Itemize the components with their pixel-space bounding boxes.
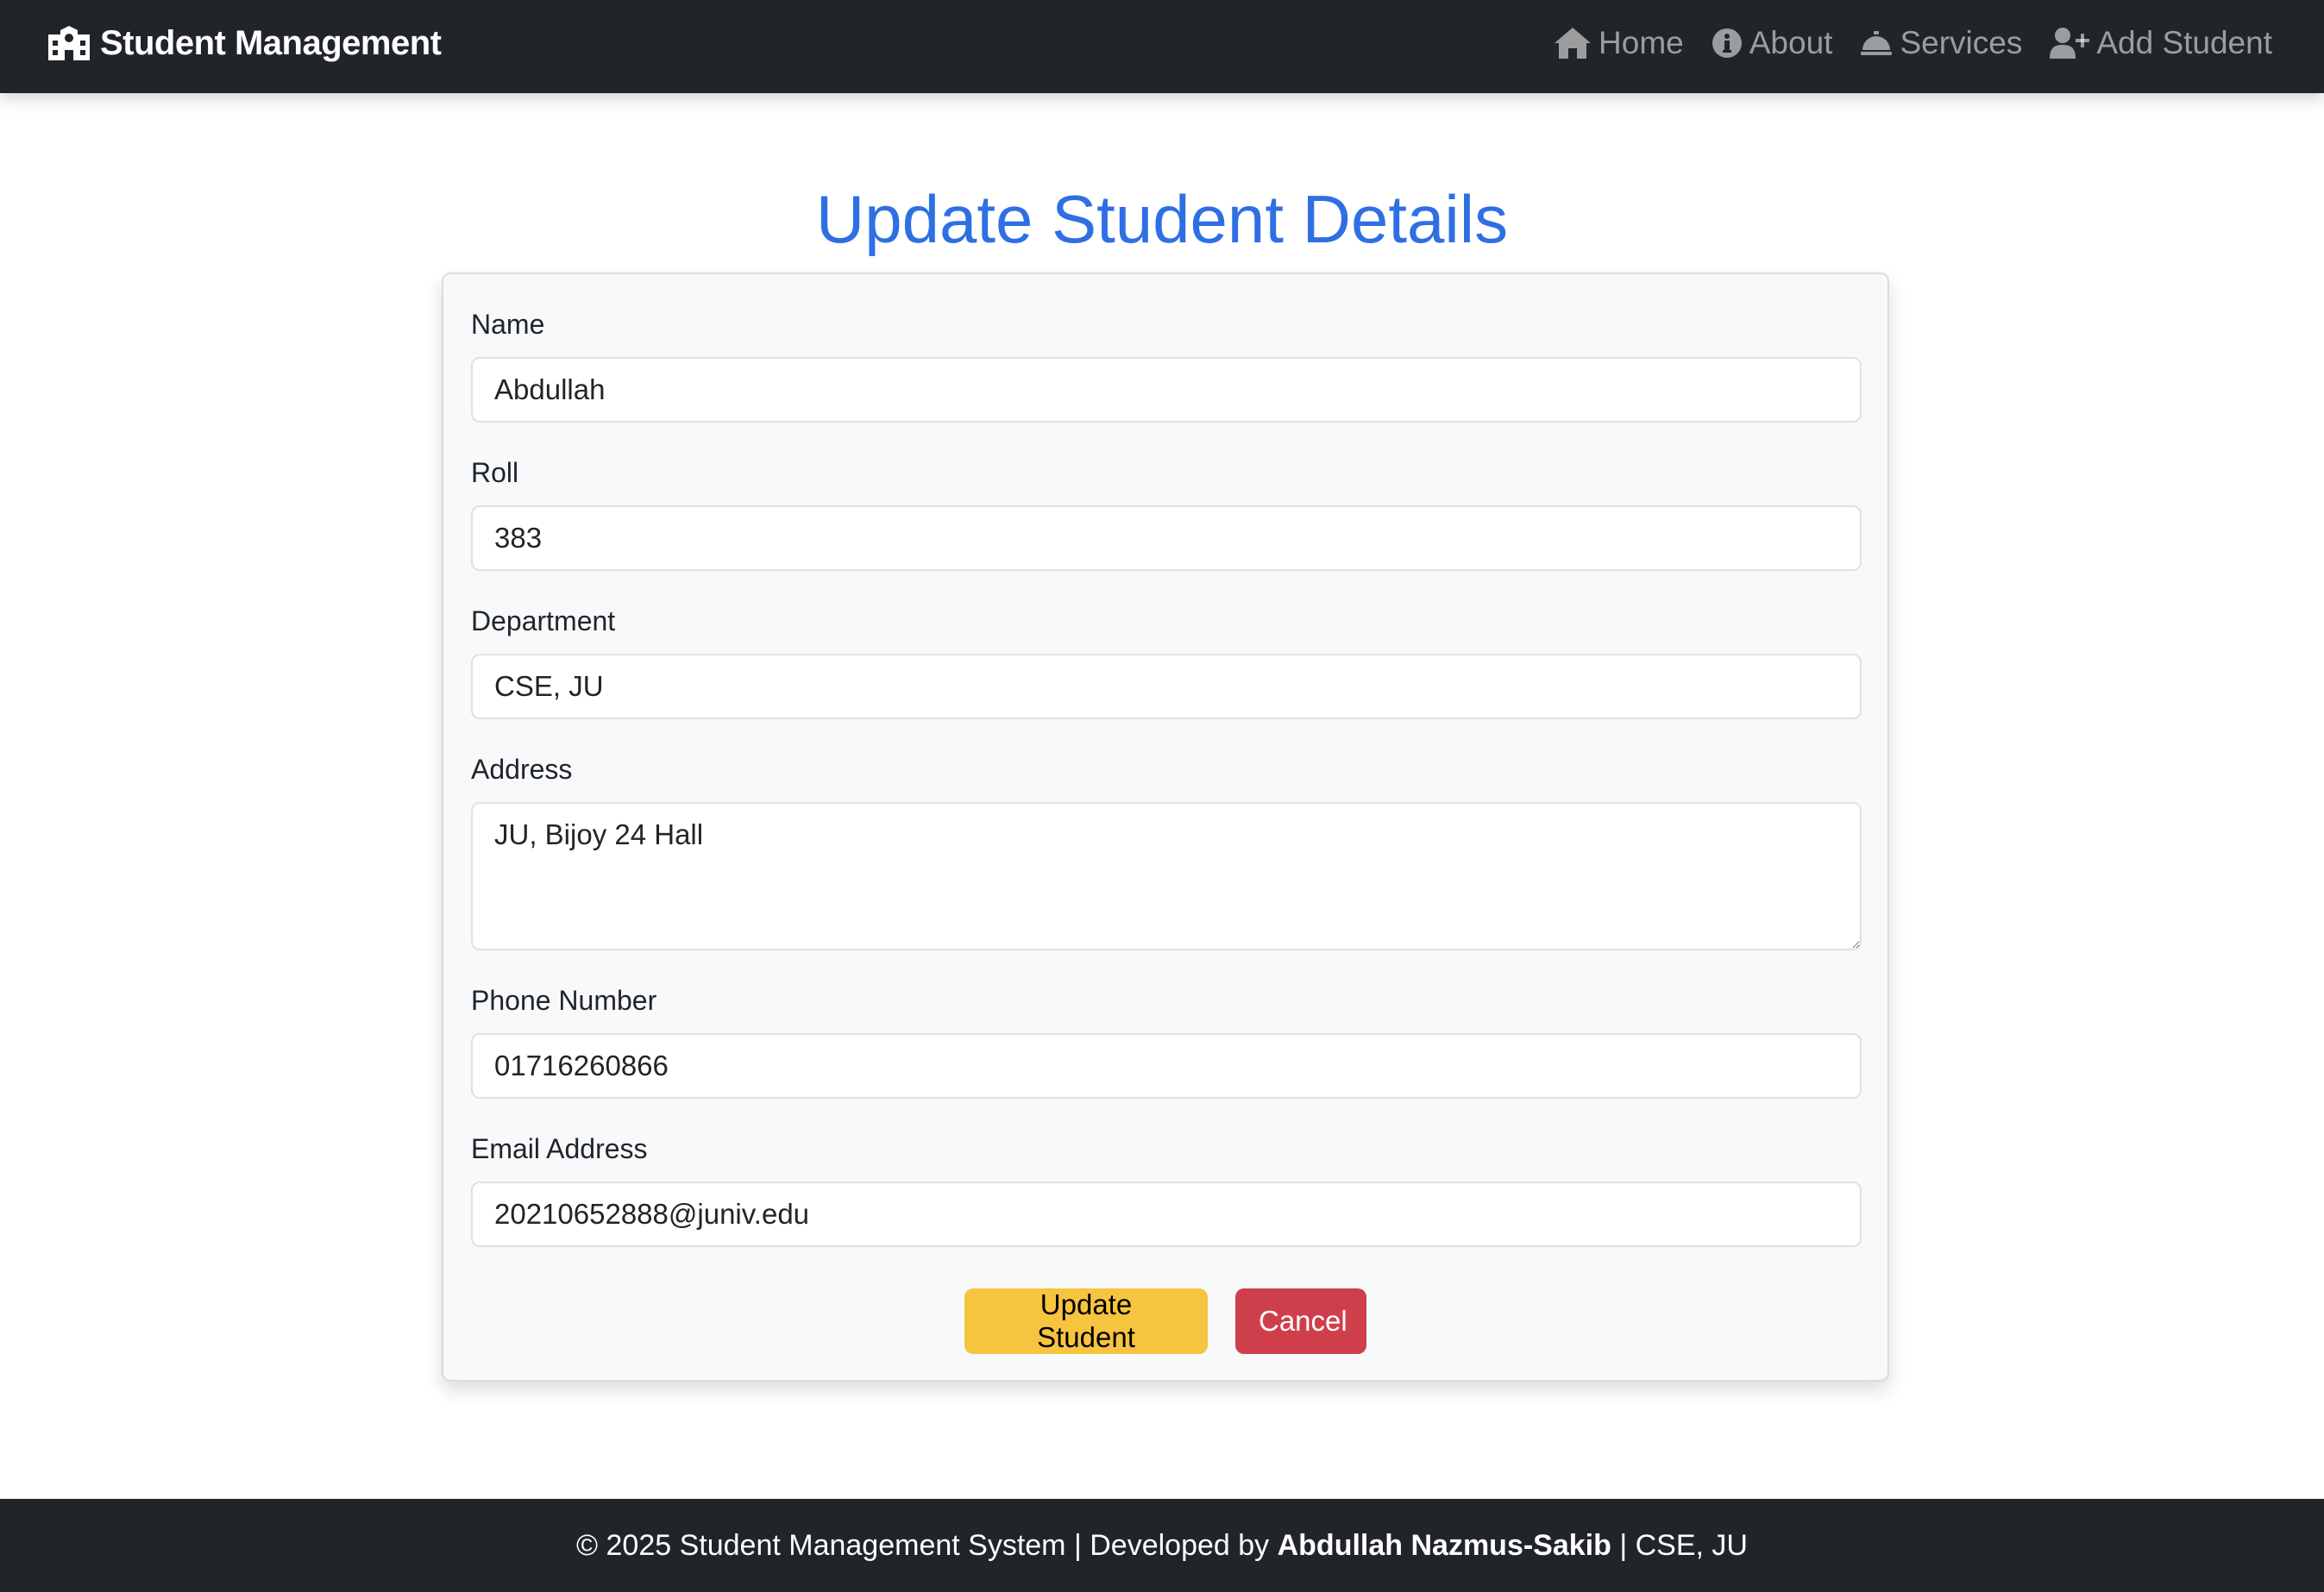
roll-label: Roll — [471, 457, 519, 488]
school-icon — [47, 26, 91, 60]
nav-link-services[interactable]: Services — [1860, 25, 2022, 61]
cancel-button[interactable]: Cancel — [1235, 1288, 1366, 1354]
email-label: Email Address — [471, 1133, 648, 1164]
navbar-brand[interactable]: Student Management — [47, 0, 442, 86]
roll-input[interactable] — [471, 505, 1862, 571]
top-navbar: Student Management Home About Services A… — [0, 0, 2324, 93]
nav-link-home[interactable]: Home — [1554, 25, 1684, 61]
nav-link-add-student[interactable]: Add Student — [2050, 25, 2272, 61]
footer-text: © 2025 Student Management System | Devel… — [576, 1529, 1748, 1563]
footer-suffix: | CSE, JU — [1611, 1528, 1748, 1562]
address-textarea[interactable]: JU, Bijoy 24 Hall — [471, 802, 1862, 950]
email-input[interactable] — [471, 1181, 1862, 1247]
home-icon — [1554, 27, 1592, 60]
footer-prefix: © 2025 Student Management System | Devel… — [576, 1528, 1278, 1562]
phone-input[interactable] — [471, 1033, 1862, 1099]
nav-link-about[interactable]: About — [1712, 25, 1833, 61]
department-label: Department — [471, 605, 616, 636]
navbar-brand-label: Student Management — [100, 23, 442, 62]
nav-links: Home About Services Add Student — [1554, 0, 2272, 86]
form-actions: Update Student Cancel — [443, 1288, 1887, 1354]
footer: © 2025 Student Management System | Devel… — [0, 1499, 2324, 1592]
page-title: Update Student Details — [815, 181, 1509, 257]
nav-link-services-label: Services — [1900, 25, 2023, 60]
nav-link-home-label: Home — [1599, 25, 1684, 60]
phone-label: Phone Number — [471, 985, 657, 1016]
bell-concierge-icon — [1860, 29, 1893, 57]
update-student-form: Name Roll Department Address JU, Bijoy 2… — [442, 273, 1889, 1382]
name-label: Name — [471, 309, 545, 340]
footer-author: Abdullah Nazmus-Sakib — [1277, 1528, 1611, 1562]
nav-link-add-student-label: Add Student — [2096, 25, 2272, 60]
info-circle-icon — [1712, 28, 1743, 59]
update-student-button[interactable]: Update Student — [964, 1288, 1208, 1354]
name-input[interactable] — [471, 357, 1862, 423]
user-plus-icon — [2050, 27, 2090, 60]
department-input[interactable] — [471, 654, 1862, 719]
address-label: Address — [471, 754, 573, 785]
nav-link-about-label: About — [1749, 25, 1833, 60]
